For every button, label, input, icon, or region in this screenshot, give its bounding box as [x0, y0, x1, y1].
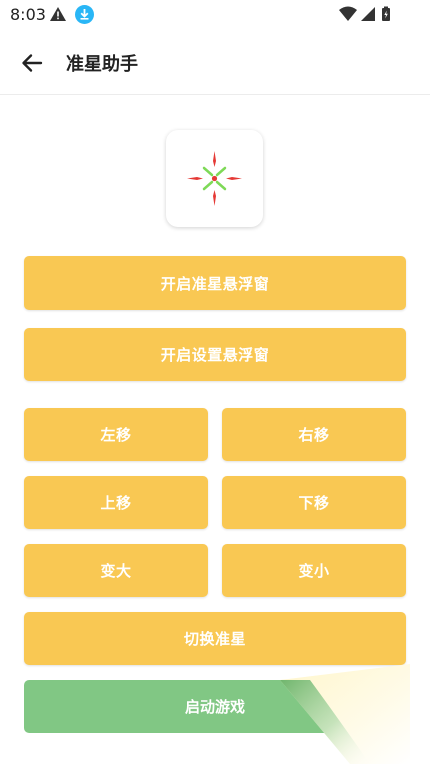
- move-right-label: 右移: [298, 426, 330, 444]
- open-settings-overlay-label: 开启设置悬浮窗: [160, 346, 270, 364]
- open-crosshair-overlay-button[interactable]: 开启准星悬浮窗: [24, 256, 406, 310]
- move-down-label: 下移: [298, 494, 330, 512]
- arrow-left-icon[interactable]: [18, 49, 46, 77]
- move-up-button[interactable]: 上移: [24, 476, 208, 529]
- enlarge-label: 变大: [100, 562, 132, 580]
- move-right-button[interactable]: 右移: [222, 408, 406, 461]
- start-game-button[interactable]: 启动游戏: [24, 680, 406, 733]
- download-icon: [75, 5, 94, 24]
- shrink-button[interactable]: 变小: [222, 544, 406, 597]
- shrink-label: 变小: [298, 562, 330, 580]
- start-game-label: 启动游戏: [184, 698, 245, 716]
- app-bar: 准星助手: [0, 32, 430, 95]
- battery-icon: [382, 6, 390, 21]
- move-left-button[interactable]: 左移: [24, 408, 208, 461]
- open-crosshair-overlay-label: 开启准星悬浮窗: [160, 274, 270, 293]
- move-down-button[interactable]: 下移: [222, 476, 406, 529]
- crosshair-preview: [166, 130, 263, 227]
- status-time: 8:03: [10, 5, 46, 24]
- move-up-label: 上移: [100, 494, 132, 512]
- signal-icon: [361, 7, 375, 21]
- page-title: 准星助手: [66, 54, 138, 75]
- crosshair-icon: [187, 151, 242, 206]
- switch-crosshair-button[interactable]: 切换准星: [24, 612, 406, 665]
- open-settings-overlay-button[interactable]: 开启设置悬浮窗: [24, 328, 406, 381]
- wifi-icon: [339, 6, 357, 21]
- move-left-label: 左移: [100, 426, 132, 444]
- status-bar: 8:03: [0, 0, 430, 30]
- switch-crosshair-label: 切换准星: [183, 630, 246, 648]
- warning-icon: [50, 7, 66, 21]
- enlarge-button[interactable]: 变大: [24, 544, 208, 597]
- status-right-icons: [339, 6, 390, 21]
